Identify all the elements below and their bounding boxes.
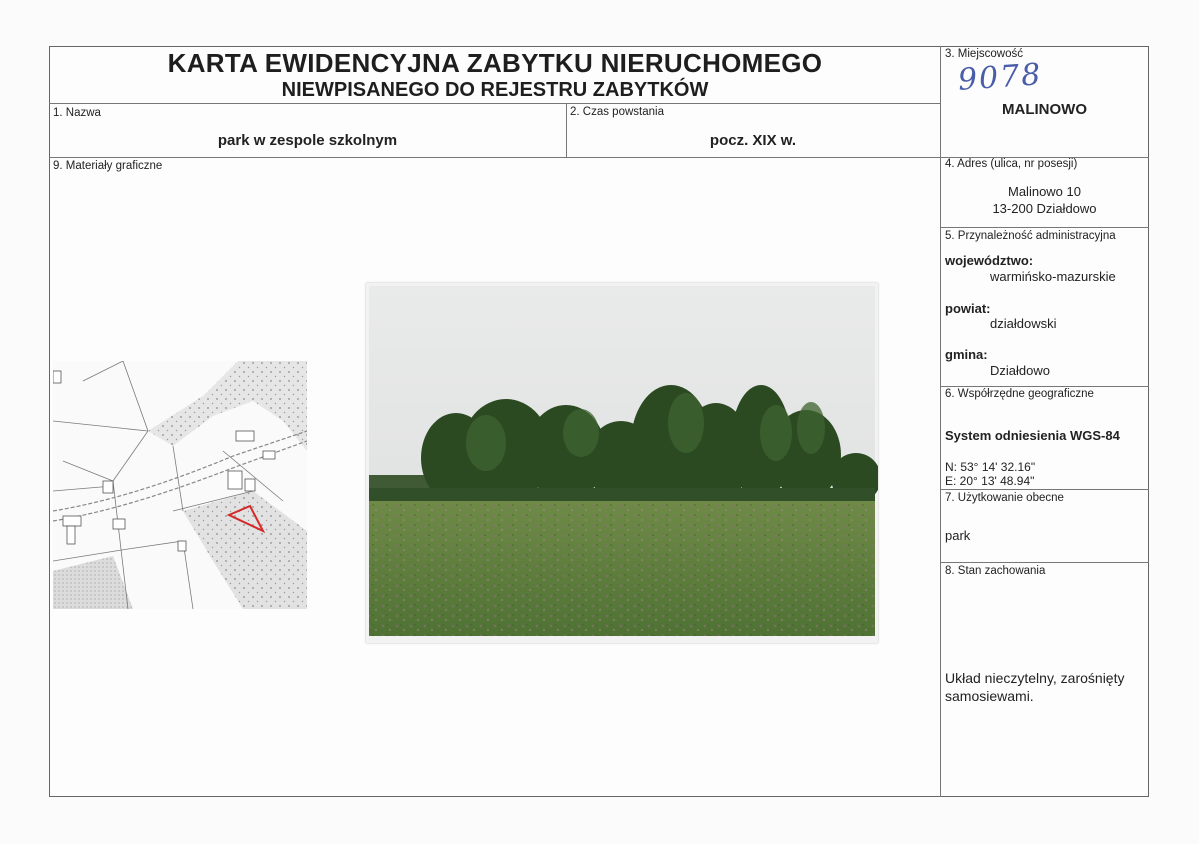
park-photo — [366, 283, 881, 643]
right-divider-4 — [940, 227, 1149, 228]
right-divider-7 — [940, 562, 1149, 563]
voivodeship-label: województwo: — [945, 253, 1034, 268]
admin-label: 5. Przynależność administracyjna — [945, 230, 1116, 242]
name-label: 1. Nazwa — [53, 107, 101, 119]
county-label: powiat: — [945, 301, 991, 316]
column-divider — [940, 46, 941, 797]
park-photo-image — [369, 286, 881, 640]
county-value: działdowski — [990, 316, 1057, 331]
condition-value-line2: samosiewami. — [945, 688, 1034, 704]
commune-value: Działdowo — [990, 363, 1050, 378]
right-divider-5 — [940, 386, 1149, 387]
voivodeship-value: warmińsko-mazurskie — [990, 269, 1116, 284]
cadastral-map — [52, 360, 308, 610]
right-divider-6 — [940, 489, 1149, 490]
locality-value: MALINOWO — [1002, 101, 1087, 118]
page-title: KARTA EWIDENCYJNA ZABYTKU NIERUCHOMEGO — [167, 48, 823, 78]
header: KARTA EWIDENCYJNA ZABYTKU NIERUCHOMEGO N… — [49, 46, 941, 103]
name-value: park w zespole szkolnym — [217, 132, 398, 149]
condition-label: 8. Stan zachowania — [945, 565, 1046, 577]
page-subtitle: NIEWPISANEGO DO REJESTRU ZABYTKÓW — [281, 79, 709, 101]
date-value: pocz. XIX w. — [709, 132, 797, 149]
cadastral-map-drawing — [52, 360, 308, 610]
address-line2: 13-200 Działdowo — [992, 201, 1097, 216]
graphics-label: 9. Materiały graficzne — [53, 160, 163, 172]
coords-label: 6. Współrzędne geograficzne — [945, 388, 1094, 400]
title-divider — [49, 103, 940, 104]
handwritten-number: 9078 — [956, 57, 1044, 98]
coords-system: System odniesienia WGS-84 — [945, 428, 1120, 443]
commune-label: gmina: — [945, 347, 988, 362]
date-label: 2. Czas powstania — [570, 106, 664, 118]
address-label: 4. Adres (ulica, nr posesji) — [945, 158, 1078, 170]
usage-label: 7. Użytkowanie obecne — [945, 492, 1064, 504]
coords-north: N: 53° 14' 32.16" — [945, 460, 1036, 474]
coords-east: E: 20° 13' 48.94" — [945, 474, 1035, 488]
address-line1: Malinowo 10 — [1008, 184, 1081, 199]
condition-value-line1: Układ nieczytelny, zarośnięty — [945, 670, 1125, 686]
usage-value: park — [945, 528, 971, 543]
